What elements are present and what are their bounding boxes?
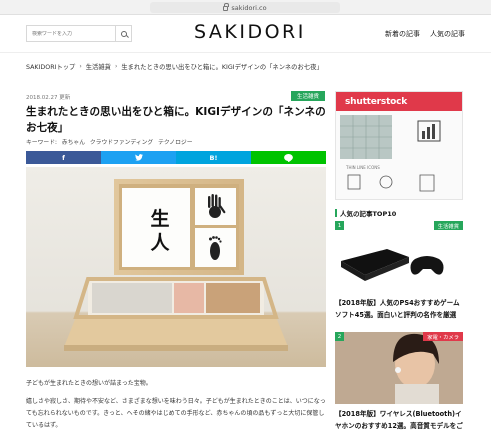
rank-number: 1 bbox=[335, 221, 344, 230]
ranking-item[interactable]: 1 生活雑貨 bbox=[335, 221, 463, 293]
facebook-icon: f bbox=[62, 153, 65, 162]
ranking-heading-text: 人気の記事TOP10 bbox=[340, 210, 397, 218]
search-input[interactable] bbox=[27, 30, 115, 37]
chevron-right-icon: › bbox=[114, 63, 118, 70]
keyword-tag[interactable]: テクノロジー bbox=[158, 140, 192, 146]
article-paragraph: 子どもが生まれたときの想いが詰まった宝物。 bbox=[26, 380, 152, 387]
keyword-tag[interactable]: 赤ちゃん bbox=[62, 140, 85, 146]
category-badge[interactable]: 生活雑貨 bbox=[291, 91, 325, 101]
rank-number: 2 bbox=[335, 332, 344, 341]
line-share-button[interactable] bbox=[251, 151, 326, 164]
hatena-label: B! bbox=[209, 153, 218, 162]
rank-category[interactable]: 生活雑貨 bbox=[433, 221, 463, 230]
ad-illustration: THIN LINE ICONS bbox=[340, 115, 441, 192]
url-text: sakidori.co bbox=[231, 3, 267, 12]
ad-caption: THIN LINE ICONS bbox=[345, 165, 380, 170]
ad-brand: shutterstock bbox=[336, 92, 462, 111]
site-header: SAKIDORI 新着の記事 人気の記事 bbox=[0, 15, 491, 53]
rank-thumbnail bbox=[335, 221, 463, 293]
rank-category[interactable]: 家電・カメラ bbox=[423, 332, 463, 341]
nav-new-articles[interactable]: 新着の記事 bbox=[385, 29, 420, 39]
twitter-share-button[interactable] bbox=[101, 151, 176, 164]
line-icon bbox=[284, 153, 293, 162]
search-icon bbox=[120, 30, 127, 37]
browser-toolbar: sakidori.co bbox=[0, 0, 491, 15]
hatena-share-button[interactable]: B! bbox=[176, 151, 251, 164]
ranking-item-title[interactable]: 【2018年版】人気のPS4おすすめゲームソフト45選。面白いと評判の名作を厳選 bbox=[335, 297, 463, 321]
keyword-tag[interactable]: クラウドファンディング bbox=[90, 140, 153, 146]
rank-thumbnail bbox=[335, 332, 463, 404]
site-logo[interactable]: SAKIDORI bbox=[194, 21, 306, 43]
search-box bbox=[26, 25, 132, 42]
facebook-share-button[interactable]: f bbox=[26, 151, 101, 164]
lock-icon bbox=[223, 3, 230, 11]
heading-accent bbox=[335, 209, 337, 217]
ranking-item-title[interactable]: 【2018年版】ワイヤレス(Bluetooth)イヤホンのおすすめ12選。高音質… bbox=[335, 408, 463, 432]
breadcrumb-category[interactable]: 生活雑貨 bbox=[86, 62, 111, 71]
address-bar[interactable]: sakidori.co bbox=[150, 2, 340, 13]
article-hero-image: 生 人 bbox=[26, 167, 326, 367]
breadcrumb-current: 生まれたときの思い出をひと箱に。KIGIデザインの「ネンネのお七夜」 bbox=[121, 64, 323, 71]
keywords-label: キーワード: bbox=[26, 140, 57, 146]
ranking-heading: 人気の記事TOP10 bbox=[335, 208, 396, 218]
ranking-item[interactable]: 2 家電・カメラ bbox=[335, 332, 463, 404]
article-paragraph: 嬉しさや寂しさ、期待や不安など、さまざまな想いを味わう日々。子どもが生まれたとき… bbox=[26, 398, 326, 429]
article-title: 生まれたときの思い出をひと箱に。KIGIデザインの「ネンネのお七夜」 bbox=[26, 106, 326, 134]
nav-popular-articles[interactable]: 人気の記事 bbox=[430, 29, 465, 39]
breadcrumb: SAKIDORIトップ › 生活雑貨 › 生まれたときの思い出をひと箱に。KIG… bbox=[26, 62, 323, 71]
breadcrumb-home[interactable]: SAKIDORIトップ bbox=[26, 62, 75, 71]
hero-calligraphy: 生 人 bbox=[150, 208, 170, 254]
sidebar-ad[interactable]: shutterstock THIN LINE ICONS bbox=[335, 91, 463, 200]
search-button[interactable] bbox=[115, 26, 131, 41]
keywords: キーワード: 赤ちゃん クラウドファンディング テクノロジー bbox=[26, 137, 196, 146]
article-date: 2018.02.27 更新 bbox=[26, 95, 71, 101]
chevron-right-icon: › bbox=[79, 63, 82, 70]
share-bar: f B! bbox=[26, 151, 326, 164]
header-nav: 新着の記事 人気の記事 bbox=[385, 29, 465, 39]
twitter-icon bbox=[134, 154, 143, 161]
article-body: 子どもが生まれたときの想いが詰まった宝物。 嬉しさや寂しさ、期待や不安など、さま… bbox=[26, 378, 326, 438]
